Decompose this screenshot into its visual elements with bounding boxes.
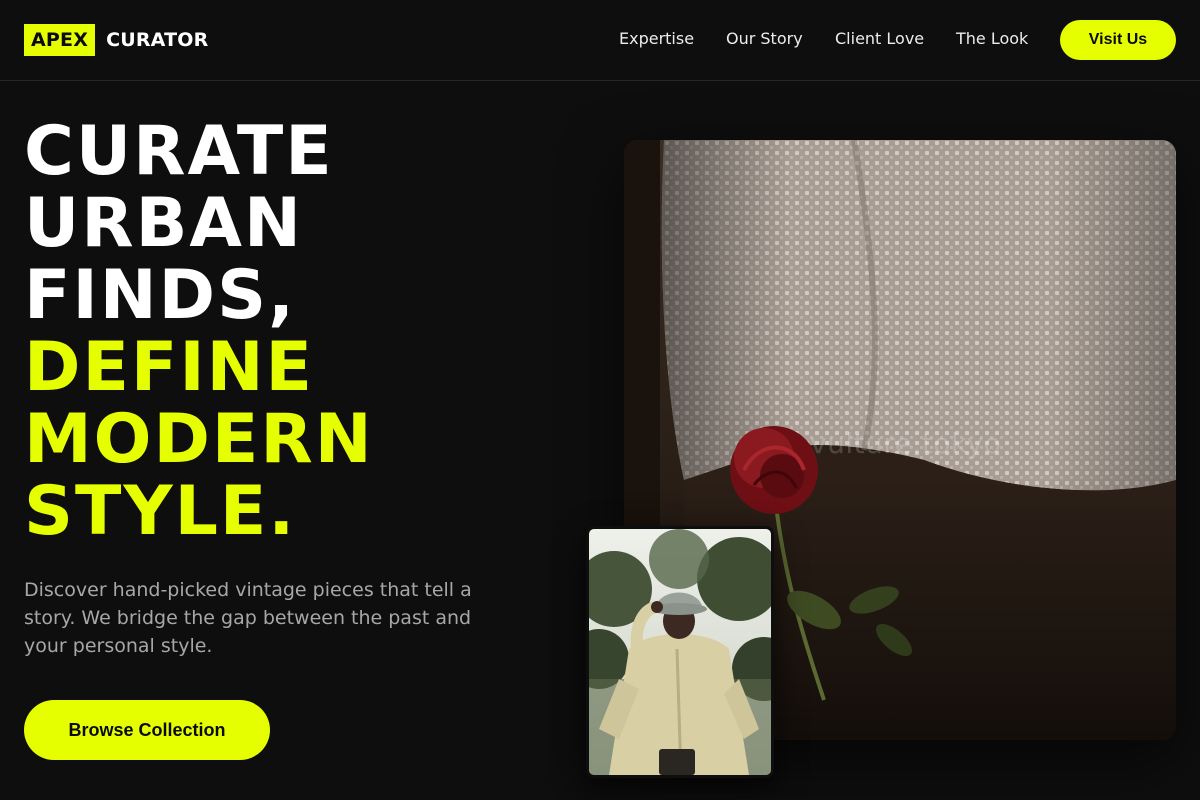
visit-us-button[interactable]: Visit Us <box>1060 20 1176 60</box>
hero-headline: CURATE URBAN FINDS, DEFINE MODERN STYLE. <box>24 116 374 548</box>
nav-link-the-look[interactable]: The Look <box>956 29 1028 48</box>
site-header: APEX CURATOR Expertise Our Story Client … <box>0 0 1200 81</box>
browse-collection-button[interactable]: Browse Collection <box>24 700 270 760</box>
headline-line: FINDS, <box>24 256 296 335</box>
headline-line: URBAN <box>24 184 303 263</box>
logo-wordmark: CURATOR <box>106 29 209 51</box>
headline-line-accent: STYLE. <box>24 472 297 551</box>
nav-link-client-love[interactable]: Client Love <box>835 29 924 48</box>
hero-secondary-image <box>586 526 774 778</box>
brand-logo[interactable]: APEX CURATOR <box>24 24 208 56</box>
hero-description: Discover hand-picked vintage pieces that… <box>24 579 472 657</box>
headline-line-accent: MODERN <box>24 400 374 479</box>
headline-line: CURATE <box>24 112 334 191</box>
image-watermark: vulture.tokyo <box>810 427 1002 460</box>
nav-link-our-story[interactable]: Our Story <box>726 29 803 48</box>
logo-badge: APEX <box>24 24 96 56</box>
nav-link-expertise[interactable]: Expertise <box>619 29 694 48</box>
headline-line-accent: DEFINE <box>24 328 315 407</box>
